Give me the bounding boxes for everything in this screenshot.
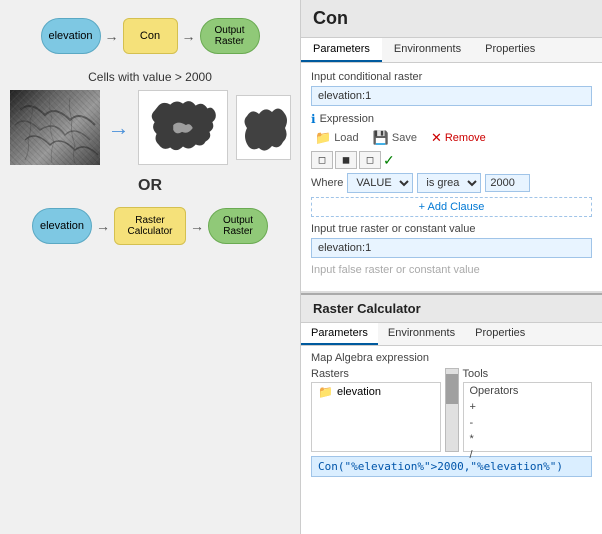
mini-btn-1[interactable]: ◻ bbox=[311, 151, 333, 169]
left-panel: elevation → Con → Output Raster Cells wi… bbox=[0, 0, 300, 534]
node-raster-calc: Raster Calculator bbox=[114, 207, 186, 245]
node-output-2: Output Raster bbox=[208, 208, 268, 244]
flow-diagram-1: elevation → Con → Output Raster bbox=[10, 10, 290, 62]
folder-icon: 📁 bbox=[318, 385, 333, 399]
right-panel: Con Parameters Environments Properties I… bbox=[300, 0, 602, 534]
rasters-col: Rasters 📁 elevation bbox=[311, 368, 441, 452]
save-button[interactable]: 💾 Save bbox=[369, 129, 421, 147]
true-raster-input[interactable] bbox=[311, 238, 592, 258]
tools-item-plus[interactable]: + bbox=[464, 399, 592, 415]
tools-list: Operators + - * / bbox=[463, 382, 593, 452]
blue-arrow: → bbox=[108, 115, 130, 141]
small-result-image bbox=[236, 95, 291, 160]
con-content: Input conditional raster ℹ Expression 📁 … bbox=[301, 63, 602, 287]
expr-section-label: ℹ Expression bbox=[311, 112, 592, 126]
mini-btn-2[interactable]: ◼ bbox=[335, 151, 357, 169]
flow-diagram-2: elevation → Raster Calculator → Output R… bbox=[10, 207, 290, 245]
node-output-1: Output Raster bbox=[200, 18, 260, 54]
rc-tab-parameters[interactable]: Parameters bbox=[301, 323, 378, 345]
or-label: OR bbox=[10, 173, 290, 199]
node-elevation-1: elevation bbox=[41, 18, 101, 54]
rc-map-label: Map Algebra expression bbox=[311, 352, 592, 364]
tab-parameters[interactable]: Parameters bbox=[301, 38, 382, 62]
tools-item-operators: Operators bbox=[464, 383, 592, 399]
tools-item-multiply[interactable]: * bbox=[464, 431, 592, 447]
node-elevation-2: elevation bbox=[32, 208, 92, 244]
tab-environments[interactable]: Environments bbox=[382, 38, 473, 62]
arrow-3: → bbox=[96, 219, 110, 233]
rasters-label: Rasters bbox=[311, 368, 441, 380]
where-row: Where VALUE is grea bbox=[311, 173, 592, 193]
rc-content: Map Algebra expression Rasters 📁 elevati… bbox=[301, 346, 602, 483]
rasters-list-item[interactable]: 📁 elevation bbox=[312, 383, 440, 401]
con-title: Con bbox=[301, 0, 602, 38]
rc-tab-properties[interactable]: Properties bbox=[465, 323, 535, 345]
input-conditional-raster[interactable] bbox=[311, 86, 592, 106]
add-clause-button[interactable]: + Add Clause bbox=[311, 197, 592, 217]
cells-label: Cells with value > 2000 bbox=[88, 70, 212, 84]
where-op-select[interactable]: is grea bbox=[417, 173, 481, 193]
tools-item-minus[interactable]: - bbox=[464, 415, 592, 431]
cells-images: → bbox=[10, 90, 291, 165]
load-button[interactable]: 📁 Load bbox=[311, 129, 363, 147]
input-label: Input conditional raster bbox=[311, 71, 592, 83]
raster-calc-title: Raster Calculator bbox=[301, 293, 602, 323]
rasters-list[interactable]: 📁 elevation bbox=[311, 382, 441, 452]
save-icon: 💾 bbox=[373, 130, 389, 146]
remove-icon: ✕ bbox=[431, 130, 442, 146]
expr-output[interactable]: Con("%elevation%">2000,"%elevation%") bbox=[311, 456, 592, 477]
where-value-input[interactable] bbox=[485, 174, 530, 192]
mini-btn-3[interactable]: ◻ bbox=[359, 151, 381, 169]
arrow-4: → bbox=[190, 219, 204, 233]
check-icon[interactable]: ✓ bbox=[383, 152, 395, 169]
con-tool-panel: Con Parameters Environments Properties I… bbox=[301, 0, 602, 293]
result-image bbox=[138, 90, 228, 165]
load-icon: 📁 bbox=[315, 130, 331, 146]
rc-tab-environments[interactable]: Environments bbox=[378, 323, 465, 345]
terrain-image bbox=[10, 90, 100, 165]
expr-toolbar: 📁 Load 💾 Save ✕ Remove bbox=[311, 129, 592, 147]
tab-properties[interactable]: Properties bbox=[473, 38, 547, 62]
rc-columns: Rasters 📁 elevation Tool bbox=[311, 368, 592, 452]
tools-col: Tools Operators + - * bbox=[463, 368, 593, 452]
true-raster-label: Input true raster or constant value bbox=[311, 223, 592, 235]
arrow-2: → bbox=[182, 29, 196, 43]
raster-calc-panel: Raster Calculator Parameters Environment… bbox=[301, 293, 602, 534]
remove-button[interactable]: ✕ Remove bbox=[427, 129, 490, 147]
rasters-scrollbar[interactable] bbox=[445, 368, 459, 452]
con-tabs: Parameters Environments Properties bbox=[301, 38, 602, 63]
arrow-1: → bbox=[105, 29, 119, 43]
scrollbar-thumb bbox=[446, 374, 458, 404]
rasters-scrollbar-col bbox=[445, 368, 459, 452]
tools-label: Tools bbox=[463, 368, 593, 380]
cells-section: Cells with value > 2000 → bbox=[10, 70, 290, 165]
false-raster-label: Input false raster or constant value bbox=[311, 264, 592, 276]
where-field-select[interactable]: VALUE bbox=[347, 173, 413, 193]
info-icon: ℹ bbox=[311, 112, 316, 126]
node-con: Con bbox=[123, 18, 178, 54]
rc-tabs: Parameters Environments Properties bbox=[301, 323, 602, 346]
expr-mini-toolbar: ◻ ◼ ◻ ✓ bbox=[311, 151, 592, 169]
